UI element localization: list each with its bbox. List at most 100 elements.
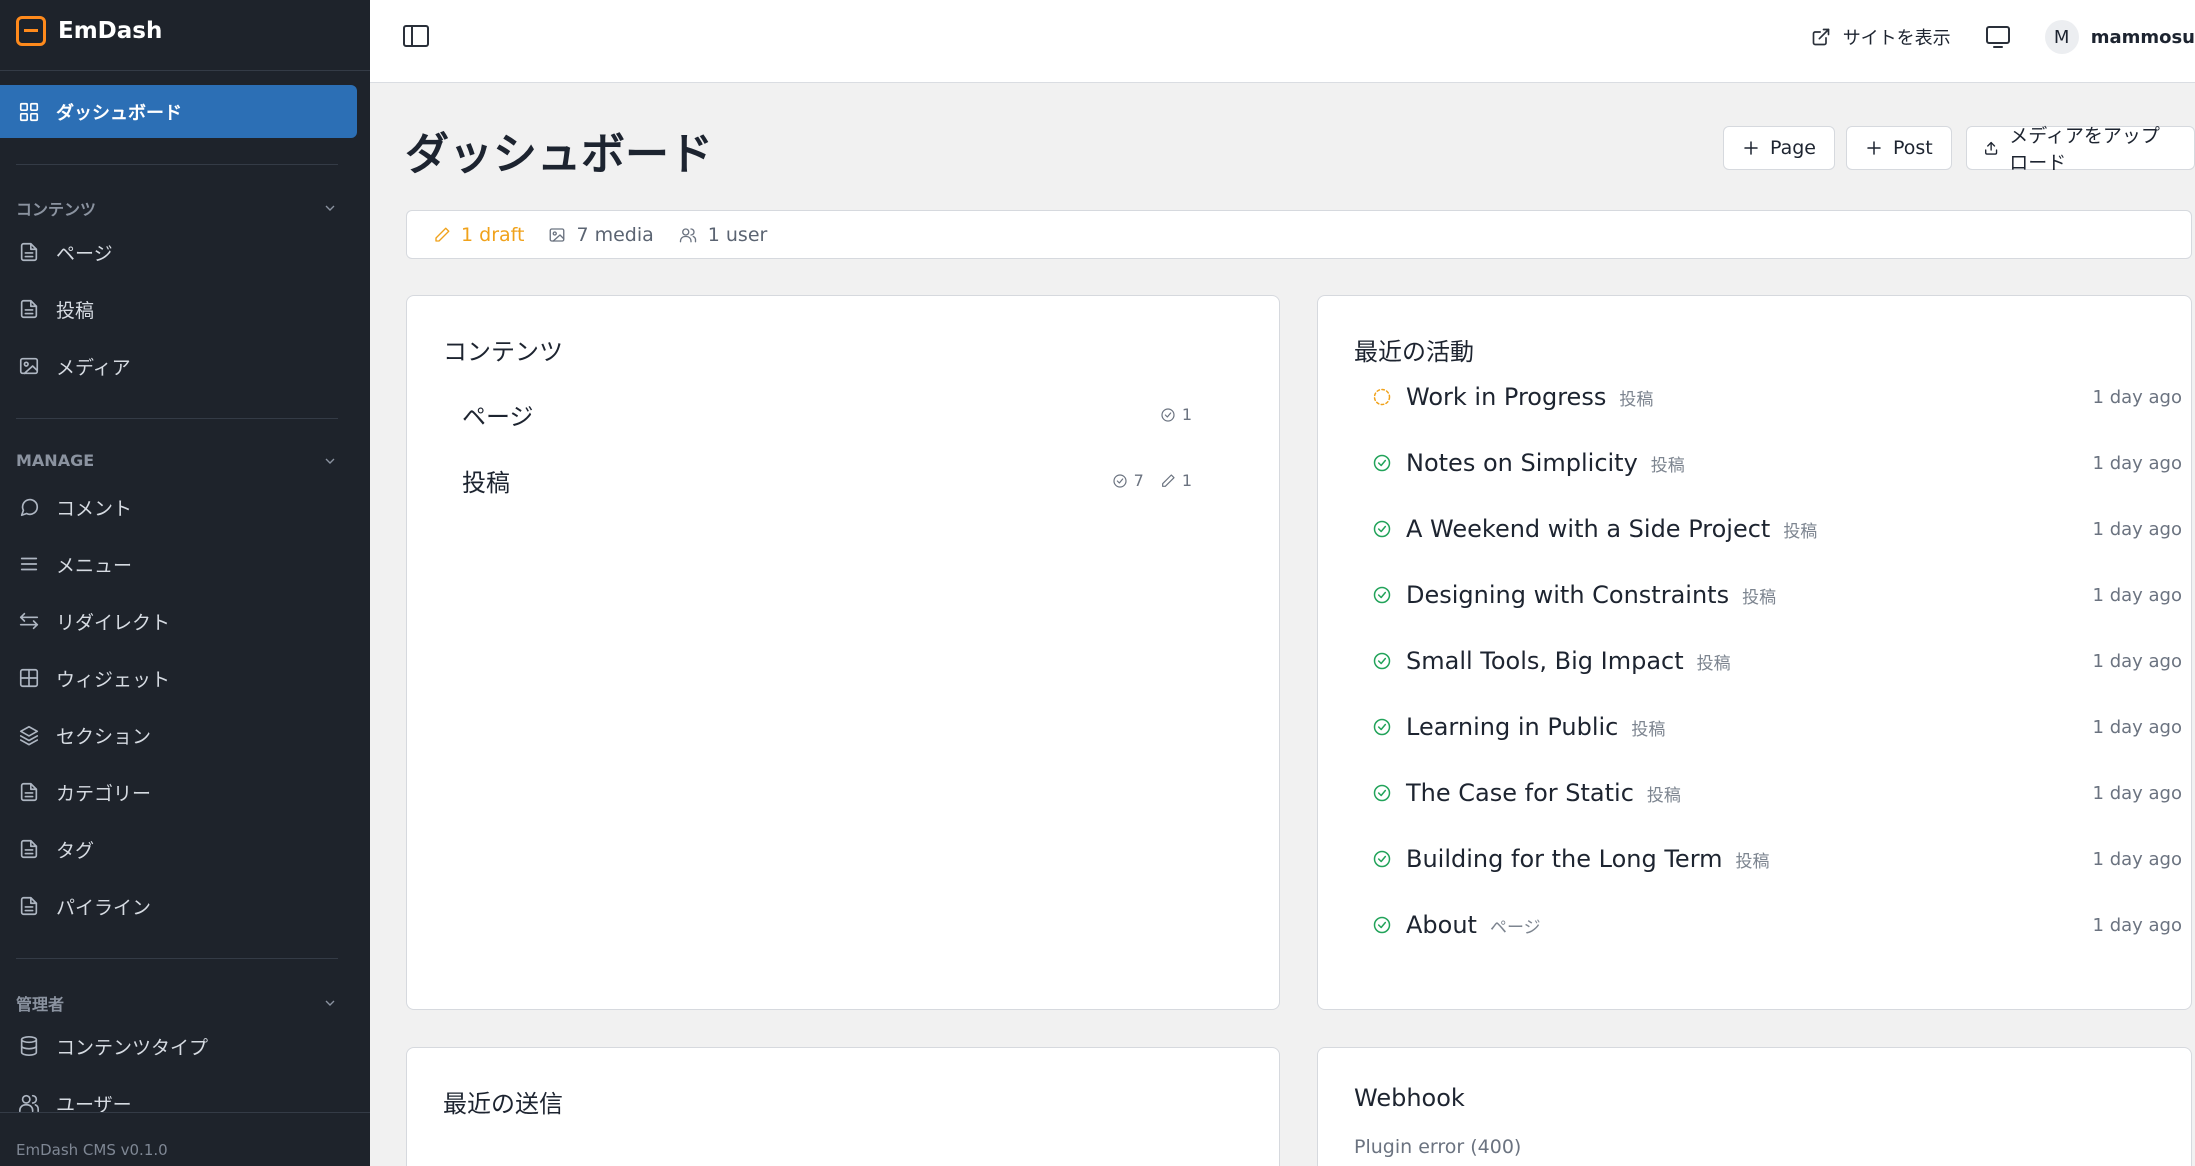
sidebar-item-tags[interactable]: タグ (0, 829, 370, 869)
check-circle-icon (1372, 651, 1392, 671)
activity-item[interactable]: About ページ 1 day ago (1372, 905, 2182, 945)
activity-card: 最近の活動 Work in Progress 投稿 1 day ago Notes o… (1317, 295, 2192, 1010)
chevron-down-icon (325, 205, 335, 211)
content-row-posts[interactable]: 投稿 7 1 (462, 463, 1192, 498)
activity-title[interactable]: The Case for Static (1406, 779, 1634, 807)
sidebar-item-media[interactable]: メディア (0, 346, 370, 386)
sidebar-item-sections[interactable]: セクション (0, 715, 370, 755)
content-row-pages[interactable]: ページ 1 (462, 397, 1192, 432)
sidebar-item-label: コメント (56, 497, 133, 520)
content-row-label: 投稿 (462, 469, 510, 497)
emdash-logo-icon (16, 16, 46, 46)
avatar[interactable]: M (2044, 20, 2079, 54)
layers-icon (18, 724, 40, 746)
avatar-initial: M (2053, 26, 2070, 48)
new-post-button[interactable]: Post (1846, 126, 1952, 170)
activity-item[interactable]: A Weekend with a Side Project 投稿 1 day ago (1372, 509, 2182, 549)
pencil-icon (435, 227, 450, 242)
draft-value: 1 (1181, 471, 1192, 490)
media-stat[interactable]: 7 media (548, 224, 654, 246)
activity-time: 1 day ago (2092, 848, 2182, 870)
sidebar-item-label: パイライン (56, 896, 152, 919)
activity-time: 1 day ago (2092, 782, 2182, 804)
preview-button[interactable] (1985, 25, 2011, 49)
activity-item[interactable]: Learning in Public 投稿 1 day ago (1372, 707, 2182, 747)
submissions-card: 最近の送信 (406, 1047, 1280, 1166)
activity-time: 1 day ago (2092, 452, 2182, 474)
sidebar-item-pipeline[interactable]: パイライン (0, 886, 370, 926)
upload-media-label: メディアをアップロード (2009, 125, 2160, 174)
activity-time: 1 day ago (2092, 650, 2182, 672)
view-site-label: サイトを表示 (1842, 28, 1951, 49)
file-icon (18, 298, 40, 320)
activity-item[interactable]: Work in Progress 投稿 1 day ago (1372, 377, 2182, 417)
sidebar-item-pages[interactable]: ページ (0, 232, 370, 272)
sidebar-divider (16, 418, 338, 419)
card-title: コンテンツ (443, 338, 563, 366)
sidebar-item-label: ウィジェット (56, 668, 171, 691)
page-title: ダッシュボード (405, 129, 713, 180)
webhook-error-text: Plugin error (400) (1354, 1136, 1522, 1158)
sidebar-item-menus[interactable]: メニュー (0, 544, 370, 584)
users-stat[interactable]: 1 user (678, 223, 768, 246)
users-count: 1 user (707, 223, 768, 246)
sidebar-item-label: リダイレクト (56, 611, 171, 634)
activity-title[interactable]: Learning in Public (1406, 713, 1618, 741)
activity-title[interactable]: Notes on Simplicity (1406, 449, 1638, 477)
activity-title[interactable]: Work in Progress (1406, 383, 1606, 411)
brand[interactable]: EmDash (16, 14, 162, 48)
view-site-link[interactable]: サイトを表示 (1811, 24, 1951, 50)
activity-title[interactable]: Designing with Constraints (1406, 581, 1729, 609)
sidebar-section-contents[interactable]: コンテンツ (16, 196, 338, 220)
activity-item[interactable]: The Case for Static 投稿 1 day ago (1372, 773, 2182, 813)
sidebar-item-redirects[interactable]: リダイレクト (0, 601, 370, 641)
activity-type: ページ (1489, 917, 1541, 938)
drafts-count: 1 draft (461, 223, 525, 246)
section-title: コンテンツ (16, 200, 97, 219)
upload-media-button[interactable]: メディアをアップロード (1966, 125, 2195, 174)
content-row-label: ページ (462, 403, 534, 431)
pencil-icon (1161, 473, 1175, 487)
sidebar-item-label: ダッシュボード (56, 102, 182, 124)
grid-icon (18, 667, 40, 689)
activity-title[interactable]: Building for the Long Term (1406, 845, 1723, 873)
check-circle-icon (1372, 519, 1392, 539)
activity-title[interactable]: Small Tools, Big Impact (1406, 647, 1684, 675)
new-page-button[interactable]: Page (1723, 126, 1835, 170)
activity-item[interactable]: Notes on Simplicity 投稿 1 day ago (1372, 443, 2182, 483)
sidebar-item-posts[interactable]: 投稿 (0, 289, 370, 329)
sidebar-section-manage[interactable]: MANAGE (16, 451, 338, 470)
published-value: 7 (1133, 471, 1144, 490)
published-count: 7 (1112, 471, 1144, 490)
activity-title[interactable]: About (1406, 911, 1477, 939)
sidebar-item-content-types[interactable]: コンテンツタイプ (0, 1026, 370, 1066)
activity-time: 1 day ago (2092, 716, 2182, 738)
sidebar-item-categories[interactable]: カテゴリー (0, 772, 370, 812)
activity-title[interactable]: A Weekend with a Side Project (1406, 515, 1770, 543)
section-title: 管理者 (16, 995, 65, 1014)
sidebar-item-label: メニュー (56, 554, 133, 577)
activity-item[interactable]: Designing with Constraints 投稿 1 day ago (1372, 575, 2182, 615)
sidebar-toggle-button[interactable] (402, 24, 430, 48)
database-icon (18, 1035, 40, 1057)
activity-time: 1 day ago (2092, 584, 2182, 606)
sidebar-item-comments[interactable]: コメント (0, 487, 370, 527)
section-title: MANAGE (16, 451, 95, 470)
image-icon (550, 227, 565, 242)
drafts-stat[interactable]: 1 draft (433, 224, 524, 246)
activity-item[interactable]: Building for the Long Term 投稿 1 day ago (1372, 839, 2182, 879)
activity-item[interactable]: Small Tools, Big Impact 投稿 1 day ago (1372, 641, 2182, 681)
plus-icon (1867, 141, 1881, 155)
sidebar-item-dashboard[interactable]: ダッシュボード (0, 85, 357, 138)
activity-type: 投稿 (1735, 851, 1770, 872)
user-name[interactable]: mammosu (2091, 27, 2195, 48)
comment-icon (18, 496, 40, 518)
image-icon (18, 355, 40, 377)
file-icon (18, 838, 40, 860)
sidebar-item-widgets[interactable]: ウィジェット (0, 658, 370, 698)
sidebar-section-admin[interactable]: 管理者 (16, 991, 338, 1015)
card-title: Webhook (1354, 1084, 1465, 1112)
sidebar-item-label: コンテンツタイプ (56, 1036, 209, 1059)
published-count: 1 (1160, 405, 1192, 424)
card-title: 最近の活動 (1354, 338, 1474, 366)
